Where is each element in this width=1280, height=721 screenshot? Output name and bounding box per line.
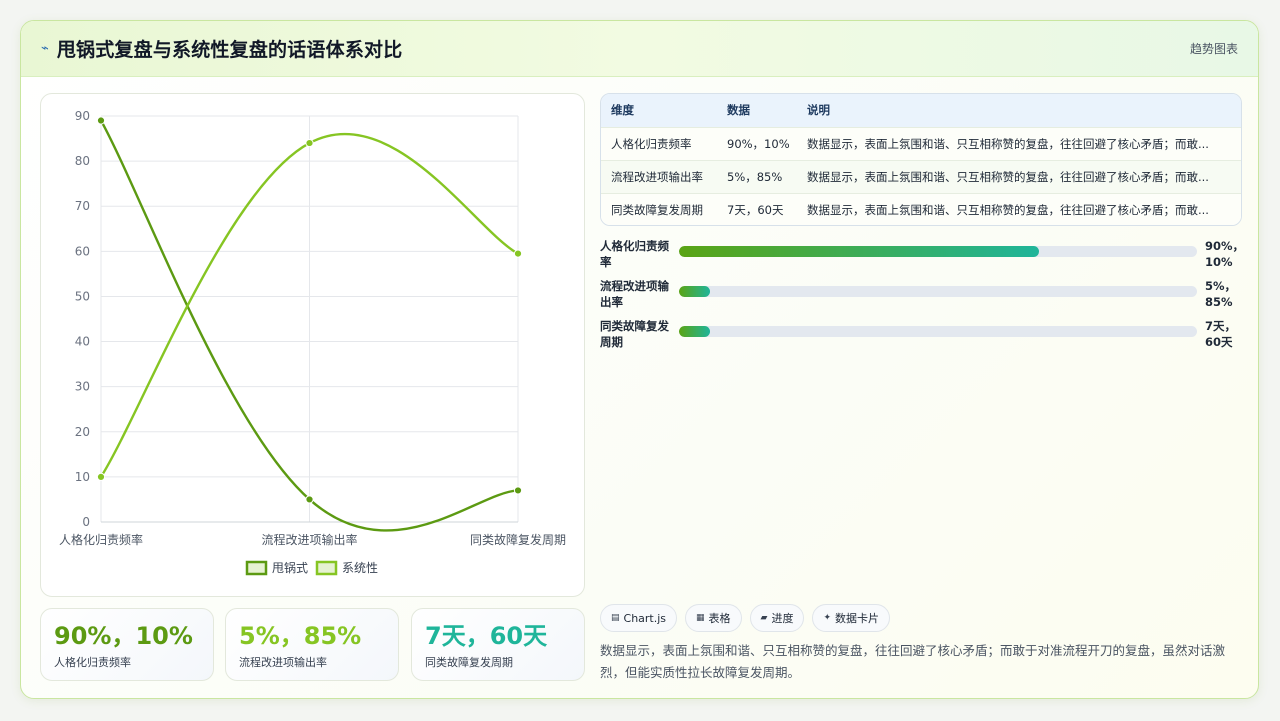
progress-label: 流程改进项输出率 bbox=[600, 279, 669, 309]
title-wrap: ⌁ 甩锅式复盘与系统性复盘的话语体系对比 bbox=[41, 35, 402, 62]
progress-row: 人格化归责频率 90%，10% bbox=[600, 238, 1245, 278]
progress-icon: ▰ bbox=[760, 613, 768, 623]
progress-value: 90%，10% bbox=[1205, 239, 1245, 269]
table-icon: ▦ bbox=[696, 613, 705, 623]
progress-row: 同类故障复发周期 7天，60天 bbox=[600, 318, 1242, 358]
stat-value-1: 90%，10% bbox=[54, 622, 193, 650]
data-point bbox=[513, 249, 523, 258]
chip-table[interactable]: ▦ 表格 bbox=[685, 604, 742, 632]
legend-swatch bbox=[315, 560, 338, 576]
legend-label: 甩锅式 bbox=[272, 560, 308, 575]
y-tick-label: 90 bbox=[75, 109, 90, 123]
table-row: 人格化归责频率 90%，10% 数据显示，表面上氛围和谐、只互相称赞的复盘，往往… bbox=[601, 126, 1241, 160]
progress-fill bbox=[679, 326, 711, 337]
card-icon: ✦ bbox=[823, 613, 832, 623]
legend-label: 系统性 bbox=[342, 561, 378, 575]
stat-card-2: 5%，85% 流程改进项输出率 bbox=[225, 608, 399, 681]
y-tick-label: 80 bbox=[75, 154, 90, 168]
stat-label-3: 同类故障复发周期 bbox=[425, 656, 513, 669]
progress-fill bbox=[679, 246, 1039, 257]
y-tick-label: 50 bbox=[75, 289, 90, 303]
stat-value-3: 7天，60天 bbox=[425, 622, 548, 650]
y-tick-label: 0 bbox=[82, 515, 90, 529]
chip-label: Chart.js bbox=[623, 611, 667, 625]
progress-track bbox=[679, 246, 1197, 257]
table-cell: 数据显示，表面上氛围和谐、只互相称赞的复盘，往往回避了核心矛盾；而敢... bbox=[797, 192, 1241, 225]
data-point bbox=[305, 495, 314, 504]
main-card: ⌁ 甩锅式复盘与系统性复盘的话语体系对比 趋势图表 0 10 20 30 40 50 60 7… bbox=[20, 20, 1259, 699]
chip-data-card[interactable]: ✦ 数据卡片 bbox=[812, 604, 891, 632]
spark-icon: ⌁ bbox=[41, 41, 49, 56]
progress-value: 7天，60天 bbox=[1205, 319, 1237, 349]
table-row: 流程改进项输出率 5%，85% 数据显示，表面上氛围和谐、只互相称赞的复盘，往往… bbox=[601, 159, 1241, 193]
tag-chips: ▤ Chart.js ▦ 表格 ▰ 进度 ✦ 数据卡片 bbox=[600, 604, 891, 632]
progress-label: 同类故障复发周期 bbox=[600, 319, 669, 349]
data-point bbox=[305, 138, 314, 148]
table-cell: 流程改进项输出率 bbox=[601, 159, 717, 193]
progress-fill bbox=[679, 286, 711, 297]
y-tick-label: 30 bbox=[75, 380, 90, 394]
y-tick-label: 60 bbox=[75, 244, 90, 258]
x-tick-label: 人格化归责频率 bbox=[59, 532, 143, 547]
table-header: 数据 bbox=[717, 94, 797, 127]
chart-icon: ▤ bbox=[611, 613, 620, 623]
chart-svg: 0 10 20 30 40 50 60 70 80 90 人格化归责频率 流程改进项输出率 同类故障复发… bbox=[59, 109, 566, 576]
chip-progress[interactable]: ▰ 进度 bbox=[749, 604, 805, 632]
stat-card-1: 90%，10% 人格化归责频率 bbox=[40, 608, 214, 681]
data-point bbox=[96, 472, 106, 481]
stat-label-2: 流程改进项输出率 bbox=[239, 656, 327, 669]
stat-value-2: 5%，85% bbox=[239, 622, 362, 650]
table-cell: 5%，85% bbox=[717, 159, 797, 193]
y-tick-label: 70 bbox=[75, 199, 90, 213]
chip-label: 数据卡片 bbox=[835, 612, 880, 625]
line-chart: 0 10 20 30 40 50 60 70 80 90 人格化归责频率 流程改进项输出率 同类故障复发… bbox=[40, 93, 585, 597]
trend-chart-link[interactable]: 趋势图表 bbox=[1190, 40, 1238, 57]
data-table: 维度 数据 说明 人格化归责频率 90%，10% 数据显示，表面上氛围和谐、只互… bbox=[600, 93, 1242, 226]
summary-text: 数据显示，表面上氛围和谐、只互相称赞的复盘，往往回避了核心矛盾；而敢于对准流程开… bbox=[600, 643, 1226, 680]
table-cell: 7天，60天 bbox=[717, 192, 797, 225]
table-cell: 同类故障复发周期 bbox=[601, 192, 717, 225]
y-tick-label: 10 bbox=[75, 470, 90, 484]
chip-chartjs[interactable]: ▤ Chart.js bbox=[600, 604, 678, 632]
progress-row: 流程改进项输出率 5%，85% bbox=[600, 278, 1242, 318]
y-tick-label: 40 bbox=[75, 335, 90, 349]
table-header-row: 维度 数据 说明 bbox=[601, 94, 1241, 127]
data-point bbox=[96, 116, 106, 125]
progress-bars: 人格化归责频率 90%，10% 流程改进项输出率 5%，85% 同类故障复发周期… bbox=[600, 238, 1245, 358]
table-cell: 数据显示，表面上氛围和谐、只互相称赞的复盘，往往回避了核心矛盾；而敢... bbox=[797, 126, 1241, 160]
table-header: 维度 bbox=[601, 94, 717, 127]
table-cell: 数据显示，表面上氛围和谐、只互相称赞的复盘，往往回避了核心矛盾；而敢... bbox=[797, 159, 1241, 193]
table-row: 同类故障复发周期 7天，60天 数据显示，表面上氛围和谐、只互相称赞的复盘，往往… bbox=[601, 192, 1241, 225]
progress-track bbox=[679, 286, 1197, 297]
stat-card-3: 7天，60天 同类故障复发周期 bbox=[411, 608, 585, 681]
chip-label: 表格 bbox=[708, 612, 731, 625]
stat-label-1: 人格化归责频率 bbox=[54, 656, 131, 669]
progress-value: 5%，85% bbox=[1205, 279, 1237, 309]
x-tick-label: 流程改进项输出率 bbox=[261, 532, 357, 547]
data-point bbox=[513, 486, 523, 495]
table-header: 说明 bbox=[797, 94, 1241, 127]
card-header: ⌁ 甩锅式复盘与系统性复盘的话语体系对比 趋势图表 bbox=[21, 21, 1258, 77]
page-title: 甩锅式复盘与系统性复盘的话语体系对比 bbox=[56, 39, 403, 61]
progress-label: 人格化归责频率 bbox=[600, 239, 669, 269]
x-tick-label: 同类故障复发周期 bbox=[470, 532, 566, 547]
table-cell: 人格化归责频率 bbox=[601, 126, 717, 160]
y-tick-label: 20 bbox=[75, 425, 90, 439]
progress-track bbox=[679, 326, 1197, 337]
table-cell: 90%，10% bbox=[717, 126, 797, 160]
legend-swatch bbox=[245, 560, 268, 576]
chip-label: 进度 bbox=[771, 612, 794, 625]
